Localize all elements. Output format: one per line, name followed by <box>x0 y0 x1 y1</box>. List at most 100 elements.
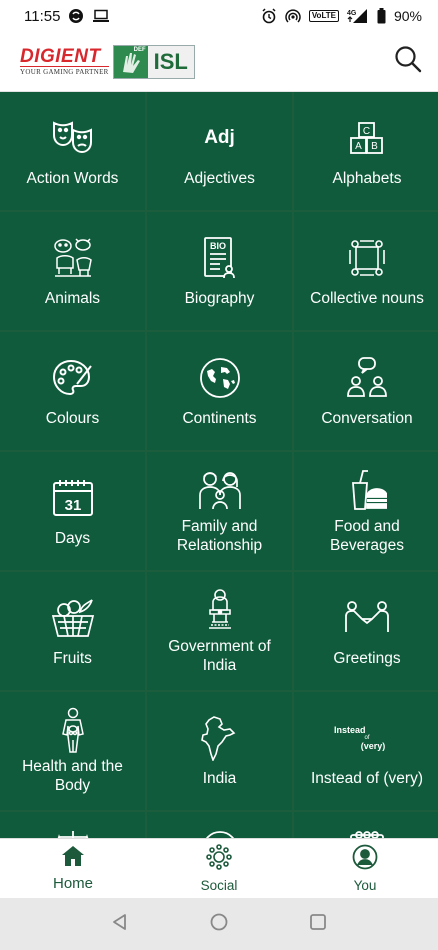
isl-text: ISL <box>153 48 188 74</box>
conversation-icon <box>344 355 390 401</box>
category-label: Adjectives <box>184 169 255 187</box>
category-instead-of-very[interactable]: Instead of (very) Instead of (very) <box>294 692 438 810</box>
isl-hand-badge: DEF <box>113 45 148 78</box>
category-partial-scale[interactable] <box>0 812 145 838</box>
category-fruits[interactable]: Fruits <box>0 572 145 690</box>
nav-you-label: You <box>353 878 377 893</box>
category-conversation[interactable]: Conversation <box>294 332 438 450</box>
category-label: Action Words <box>26 169 119 187</box>
laptop-icon <box>92 9 110 23</box>
instead-icon-very: (very) <box>360 740 386 751</box>
india-map-icon <box>197 715 243 761</box>
nav-home-label: Home <box>52 875 93 892</box>
adj-icon-text: Adj <box>204 126 235 148</box>
category-label: Days <box>54 529 91 547</box>
category-label: Greetings <box>333 649 401 667</box>
signal-icon: 4G <box>347 8 369 24</box>
bio-text: BIO <box>209 241 225 251</box>
category-adjectives[interactable]: Adj Adjectives <box>147 92 292 210</box>
handshake-icon <box>344 595 390 641</box>
family-icon <box>197 467 243 513</box>
alarm-icon <box>261 8 277 24</box>
category-label: Collective nouns <box>310 289 424 307</box>
app-header: DIGIENT YOUR GAMING PARTNER DEF ISL <box>0 32 438 92</box>
block-c: C <box>363 126 370 137</box>
adj-text-icon: Adj <box>197 115 243 161</box>
hotspot-icon <box>285 8 301 24</box>
category-partial-circle[interactable] <box>147 812 292 838</box>
circle-icon <box>197 826 243 838</box>
scale-icon <box>50 826 96 838</box>
nav-social[interactable]: Social <box>146 839 292 898</box>
svg-text:4G: 4G <box>347 10 357 17</box>
bottom-navigation: Home Social You <box>0 838 438 898</box>
category-label: Biography <box>184 289 255 307</box>
nav-social-label: Social <box>200 878 238 893</box>
group-hands-icon <box>344 235 390 281</box>
category-label: Family and Relationship <box>176 518 263 554</box>
palette-icon <box>50 355 96 401</box>
category-animals[interactable]: Animals <box>0 212 145 330</box>
category-government-of-india[interactable]: Government of India <box>147 572 292 690</box>
human-body-icon <box>50 707 96 753</box>
category-food-and-beverages[interactable]: Food and Beverages <box>294 452 438 570</box>
category-grid: Action Words Adj Adjectives C A B Alphab… <box>0 92 438 838</box>
back-triangle-icon <box>111 913 129 936</box>
category-partial-binder[interactable] <box>294 812 438 838</box>
home-icon <box>61 845 85 872</box>
social-icon <box>206 844 232 875</box>
digient-logo: DIGIENT YOUR GAMING PARTNER <box>20 47 109 76</box>
sync-icon <box>68 8 84 24</box>
nav-you[interactable]: You <box>292 839 438 898</box>
abc-blocks-icon: C A B <box>344 115 390 161</box>
category-label: Government of India <box>168 638 271 674</box>
category-days[interactable]: 31 Days <box>0 452 145 570</box>
category-india[interactable]: India <box>147 692 292 810</box>
category-colours[interactable]: Colours <box>0 332 145 450</box>
category-greetings[interactable]: Greetings <box>294 572 438 690</box>
recents-square-icon <box>309 913 327 936</box>
battery-icon <box>377 8 386 24</box>
category-health-and-the-body[interactable]: Health and the Body <box>0 692 145 810</box>
back-button[interactable] <box>105 909 135 939</box>
system-navigation-bar <box>0 898 438 950</box>
binder-icon <box>344 826 390 838</box>
category-label: Conversation <box>321 409 413 427</box>
home-circle-icon <box>210 913 228 936</box>
category-alphabets[interactable]: C A B Alphabets <box>294 92 438 210</box>
volte-badge: VoLTE <box>308 10 339 22</box>
bio-document-icon: BIO <box>197 235 243 281</box>
nav-home[interactable]: Home <box>0 839 146 898</box>
category-label: Animals <box>44 289 101 307</box>
category-family-and-relationship[interactable]: Family and Relationship <box>147 452 292 570</box>
block-b: B <box>371 141 378 152</box>
search-icon <box>394 45 422 78</box>
category-continents[interactable]: Continents <box>147 332 292 450</box>
globe-icon <box>197 355 243 401</box>
instead-text-icon: Instead of (very) <box>334 715 390 761</box>
instead-icon-word: Instead <box>334 724 366 735</box>
category-label: Continents <box>182 409 257 427</box>
emblem-icon <box>197 587 243 633</box>
isl-logo: DEF ISL <box>112 44 195 79</box>
brand-logos: DIGIENT YOUR GAMING PARTNER DEF ISL <box>20 44 195 79</box>
category-biography[interactable]: BIO Biography <box>147 212 292 330</box>
status-bar: 11:55 VoLTE 4G 90% <box>0 0 438 32</box>
category-collective-nouns[interactable]: Collective nouns <box>294 212 438 330</box>
animals-icon <box>50 235 96 281</box>
calendar-day: 31 <box>64 497 81 514</box>
category-label: India <box>202 769 237 787</box>
search-button[interactable] <box>388 42 428 82</box>
category-label: Food and Beverages <box>329 518 405 554</box>
category-action-words[interactable]: Action Words <box>0 92 145 210</box>
category-label: Instead of (very) <box>311 769 423 787</box>
masks-icon <box>50 115 96 161</box>
food-icon <box>344 467 390 513</box>
status-time: 11:55 <box>24 7 61 25</box>
home-system-button[interactable] <box>204 909 234 939</box>
block-a: A <box>355 141 362 152</box>
category-label: Fruits <box>53 649 92 667</box>
category-label: Alphabets <box>332 169 402 187</box>
recents-button[interactable] <box>303 909 333 939</box>
calendar-icon: 31 <box>50 475 96 521</box>
